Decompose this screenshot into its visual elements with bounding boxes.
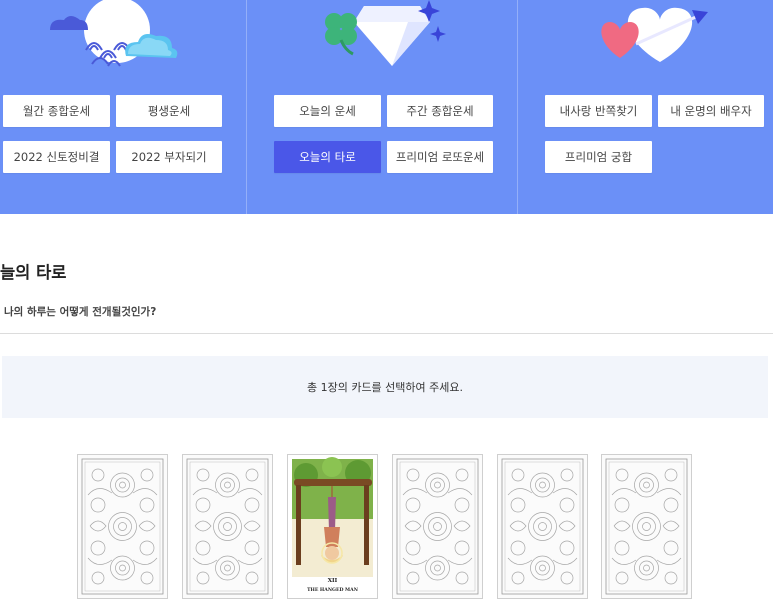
- hanged-man-illustration: XII THE HANGED MAN: [288, 455, 377, 598]
- hearts-arrow-icon: [601, 7, 708, 62]
- menu-get-rich-button[interactable]: 2022 부자되기: [116, 141, 222, 173]
- menu-monthly-fortune-button[interactable]: 월간 종합운세: [3, 95, 110, 127]
- tarot-card-back[interactable]: [77, 454, 168, 599]
- card-back-pattern: [602, 455, 691, 598]
- page-title: 늘의 타로: [0, 263, 67, 282]
- page-subtitle: 나의 하루는 어떻게 전개될것인가?: [4, 306, 157, 318]
- card-back-pattern: [498, 455, 587, 598]
- tarot-card-back[interactable]: [392, 454, 483, 599]
- card-back-pattern: [393, 455, 482, 598]
- clover-diamond-icon: [325, 0, 446, 66]
- tarot-card-revealed[interactable]: XII THE HANGED MAN: [287, 454, 378, 599]
- menu-weekly-fortune-button[interactable]: 주간 종합운세: [387, 95, 493, 127]
- menu-tojeong-button[interactable]: 2022 신토정비결: [3, 141, 110, 173]
- menu-destined-spouse-button[interactable]: 내 운명의 배우자: [658, 95, 764, 127]
- menu-lotto-fortune-button[interactable]: 프리미엄 로또운세: [387, 141, 493, 173]
- section-divider: [0, 333, 773, 334]
- banner-divider: [517, 0, 518, 214]
- tarot-card-back[interactable]: [182, 454, 273, 599]
- menu-today-fortune-button[interactable]: 오늘의 운세: [274, 95, 381, 127]
- menu-today-tarot-button[interactable]: 오늘의 타로: [274, 141, 381, 173]
- moon-wave-cloud-icon: [50, 0, 178, 67]
- instruction-text: 총 1장의 카드를 선택하여 주세요.: [306, 381, 464, 394]
- category-banner: 월간 종합운세 평생운세 2022 신토정비결 2022 부자되기 오늘의 운세…: [0, 0, 773, 214]
- tarot-card-back[interactable]: [497, 454, 588, 599]
- tarot-card-back[interactable]: [601, 454, 692, 599]
- card-back-pattern: [78, 455, 167, 598]
- card-name: THE HANGED MAN: [307, 587, 359, 593]
- instruction-box: 총 1장의 카드를 선택하여 주세요.: [2, 356, 768, 418]
- card-back-pattern: [183, 455, 272, 598]
- card-numeral: XII: [328, 578, 338, 584]
- menu-find-soulmate-button[interactable]: 내사랑 반쪽찾기: [545, 95, 652, 127]
- banner-divider: [246, 0, 247, 214]
- menu-lifetime-fortune-button[interactable]: 평생운세: [116, 95, 222, 127]
- menu-compatibility-button[interactable]: 프리미엄 궁합: [545, 141, 652, 173]
